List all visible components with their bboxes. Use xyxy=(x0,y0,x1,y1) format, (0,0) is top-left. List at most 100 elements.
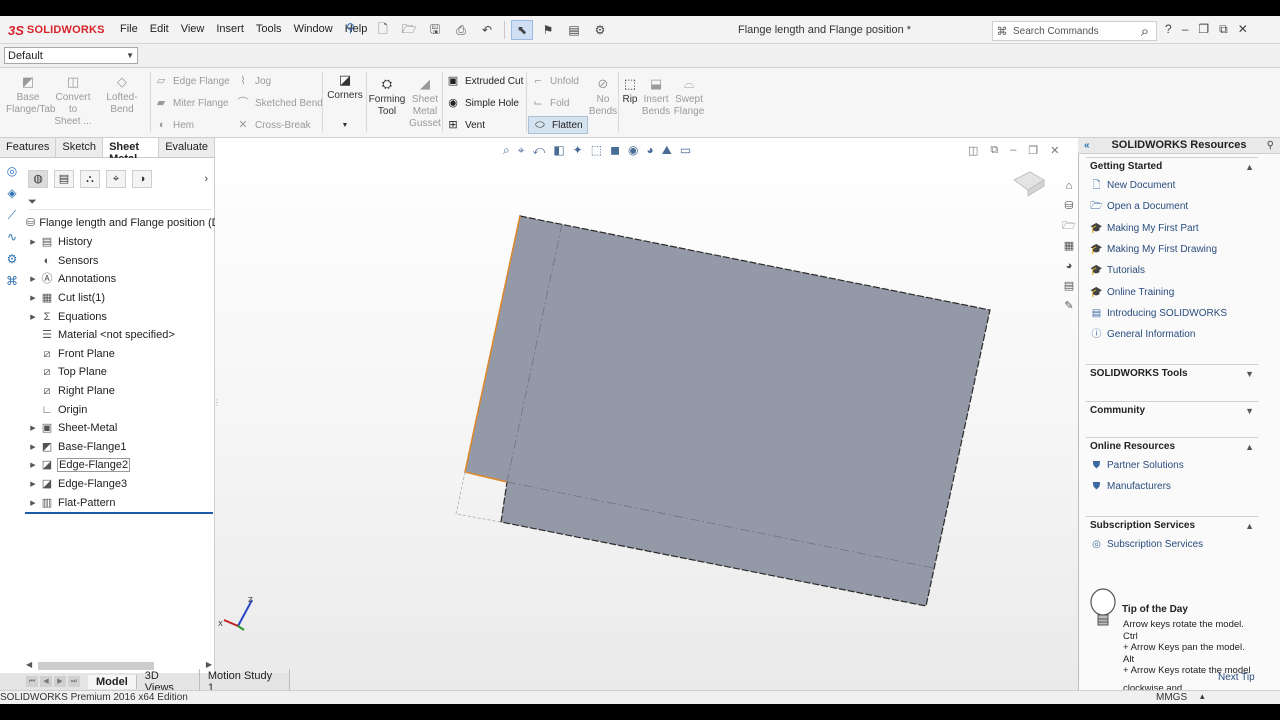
tree-item[interactable]: ⧄ Right Plane xyxy=(26,382,214,401)
sketched-bend-button[interactable]: ⌒ Sketched Bend xyxy=(236,96,323,110)
menu-view[interactable]: View xyxy=(181,23,205,35)
units-dropdown-icon[interactable]: ▴ xyxy=(1200,691,1205,702)
tab-evaluate[interactable]: Evaluate xyxy=(159,138,215,157)
options-gear-icon[interactable]: ⚙ xyxy=(589,20,611,40)
cross-break-button[interactable]: ✕ Cross-Break xyxy=(236,118,310,132)
expand-arrow-icon[interactable]: ▶ xyxy=(26,424,40,432)
task-link[interactable]: 🎓 Making My First Part xyxy=(1086,218,1258,239)
task-link[interactable]: 🎓 Tutorials xyxy=(1086,260,1258,281)
task-link[interactable]: ⓘ General Information xyxy=(1086,324,1258,345)
forum-icon[interactable]: ✎ xyxy=(1061,298,1077,314)
previous-view-icon[interactable]: ⤺ xyxy=(533,143,546,158)
sketch-icon[interactable]: ⟋ xyxy=(5,208,19,222)
expand-arrow-icon[interactable]: ▶ xyxy=(26,294,40,302)
task-link[interactable]: 🗋 New Document xyxy=(1086,175,1258,196)
tree-root-item[interactable]: ⛁ Flange length and Flange position (De xyxy=(26,216,226,230)
open-folder-icon[interactable]: 🗁 xyxy=(398,20,420,40)
file-explorer-icon[interactable]: 🗁 xyxy=(1061,218,1077,234)
tab-sheet-metal[interactable]: Sheet Metal xyxy=(103,138,160,165)
appearances-icon[interactable]: ◕ xyxy=(1061,258,1077,274)
tree-item[interactable]: ⧄ Front Plane xyxy=(26,345,214,364)
menu-file[interactable]: File xyxy=(120,23,138,35)
expand-arrow-icon[interactable]: ▶ xyxy=(26,443,40,451)
task-link[interactable]: ▤ Introducing SOLIDWORKS xyxy=(1086,303,1258,324)
edit-appearance-icon[interactable]: ◕ xyxy=(647,143,654,158)
display-style-icon[interactable]: ◼ xyxy=(610,143,620,158)
swept-flange-button[interactable]: ⌓ Swept Flange xyxy=(673,76,705,118)
undo-icon[interactable]: ↶ xyxy=(476,20,498,40)
base-flange-button[interactable]: ◩ Base Flange/Tab xyxy=(6,74,55,116)
forming-tool-button[interactable]: ⛭ Forming Tool xyxy=(368,76,406,118)
tree-item[interactable]: ▶ ▣ Sheet-Metal xyxy=(26,419,214,438)
viewport-minimize-icon[interactable]: – xyxy=(1010,144,1016,157)
curve-icon[interactable]: ∿ xyxy=(5,230,19,244)
tree-item[interactable]: ▶ ▥ Flat-Pattern xyxy=(26,493,214,512)
zoom-to-area-icon[interactable]: ⌖ xyxy=(518,143,525,158)
first-tab-icon[interactable]: ⏮ xyxy=(26,676,38,687)
tab-features[interactable]: Features xyxy=(0,138,57,157)
tree-item[interactable]: ▶ ◪ Edge-Flange2 xyxy=(26,456,214,475)
vent-button[interactable]: ⊞ Vent xyxy=(446,118,485,132)
viewport-close-icon[interactable]: ✕ xyxy=(1050,144,1059,157)
zoom-to-fit-icon[interactable]: ⌕ xyxy=(503,143,510,158)
dimxpert-tab-icon[interactable]: ⌖ xyxy=(106,170,126,188)
tree-item[interactable]: ☰ Material <not specified> xyxy=(26,326,214,345)
expand-arrow-icon[interactable]: ▶ xyxy=(26,461,40,469)
menu-tools[interactable]: Tools xyxy=(256,23,282,35)
hem-button[interactable]: ◖ Hem xyxy=(154,118,194,132)
tab-sketch[interactable]: Sketch xyxy=(56,138,104,157)
apply-scene-icon[interactable]: ⛰ xyxy=(662,143,672,158)
fold-button[interactable]: ⌙ Fold xyxy=(531,96,569,110)
viewport-tile-icon[interactable]: ◫ xyxy=(968,144,978,157)
dynamic-annotation-icon[interactable]: ✦ xyxy=(573,143,583,158)
task-link[interactable]: ⛊ Manufacturers xyxy=(1086,476,1258,497)
units-indicator[interactable]: MMGS xyxy=(1156,692,1187,703)
print-icon[interactable]: ⎙ xyxy=(450,20,472,40)
part-icon[interactable]: ◈ xyxy=(5,186,19,200)
tree-item[interactable]: ▶ ▤ History xyxy=(26,233,214,252)
next-tab-icon[interactable]: ▶ xyxy=(54,676,66,687)
corners-button[interactable]: ◪ Corners ▼ xyxy=(326,72,364,132)
help-icon[interactable]: ? xyxy=(1165,22,1172,37)
rebuild-icon[interactable]: ⚑ xyxy=(537,20,559,40)
file-properties-icon[interactable]: ▤ xyxy=(563,20,585,40)
viewport-restore-icon[interactable]: ❐ xyxy=(1028,144,1038,157)
jog-button[interactable]: ⌇ Jog xyxy=(236,74,271,88)
pin-icon[interactable]: ⚲ xyxy=(346,21,358,35)
display-manager-icon[interactable]: ◎ xyxy=(5,164,19,178)
task-section-header[interactable]: Community ▼ xyxy=(1086,401,1258,419)
rollback-bar[interactable] xyxy=(25,512,213,514)
lofted-bend-button[interactable]: ◇ Lofted-Bend xyxy=(96,74,148,116)
tree-item[interactable]: ◐ Sensors xyxy=(26,252,214,271)
corners-chevron-icon[interactable]: ▼ xyxy=(326,120,364,132)
convert-to-sheet-metal-button[interactable]: ◫ Convert to Sheet ... xyxy=(53,74,93,128)
viewport-split-icon[interactable]: ⧉ xyxy=(990,144,998,157)
unfold-button[interactable]: ⌐ Unfold xyxy=(531,74,579,88)
collapse-pane-icon[interactable]: « xyxy=(1084,138,1090,153)
tree-item[interactable]: ▶ Σ Equations xyxy=(26,307,214,326)
chevron-down-icon[interactable]: ▼ xyxy=(1245,406,1254,416)
feature-tree-tab-icon[interactable]: ◍ xyxy=(28,170,48,188)
extruded-cut-button[interactable]: ▣ Extruded Cut xyxy=(446,74,524,88)
display-manager-tab-icon[interactable]: ◑ xyxy=(132,170,152,188)
solidworks-logo[interactable]: 3S SOLIDWORKS xyxy=(8,20,104,40)
reference-icon[interactable]: ⌘ xyxy=(5,274,19,288)
task-section-header[interactable]: Online Resources ▲ xyxy=(1086,437,1258,455)
minimize-icon[interactable]: – xyxy=(1182,22,1189,37)
task-section-header[interactable]: Subscription Services ▲ xyxy=(1086,516,1258,534)
orientation-cube-icon[interactable] xyxy=(1010,168,1048,200)
search-commands-box[interactable]: ⌘ Search Commands ⌕ xyxy=(992,21,1157,41)
expand-arrow-icon[interactable]: ▶ xyxy=(26,480,40,488)
menu-window[interactable]: Window xyxy=(294,23,333,35)
view-palette-icon[interactable]: ▦ xyxy=(1061,238,1077,254)
last-tab-icon[interactable]: ⏭ xyxy=(68,676,80,687)
tree-item[interactable]: ▶ ◩ Base-Flange1 xyxy=(26,438,214,457)
configuration-manager-tab-icon[interactable]: ⛬ xyxy=(80,170,100,188)
insert-bends-button[interactable]: ⬓ Insert Bends xyxy=(641,76,671,118)
chevron-up-icon[interactable]: ▲ xyxy=(1245,521,1254,531)
new-document-icon[interactable]: 🗋 xyxy=(372,20,394,40)
chevron-up-icon[interactable]: ▲ xyxy=(1245,162,1254,172)
chevron-right-icon[interactable]: › xyxy=(204,173,208,185)
expand-arrow-icon[interactable]: ▶ xyxy=(26,275,40,283)
flat-pattern-face[interactable] xyxy=(464,215,991,607)
